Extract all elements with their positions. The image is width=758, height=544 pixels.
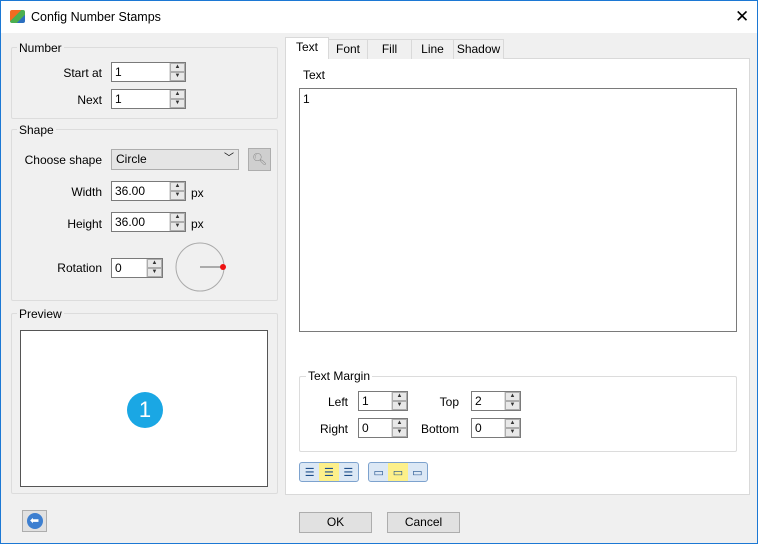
text-input[interactable]: 1 <box>299 88 737 332</box>
tab-label: Font <box>335 42 360 56</box>
app-icon <box>10 10 25 23</box>
align-middle-icon[interactable]: ▭ <box>388 463 408 481</box>
rotation-label: Rotation <box>57 261 102 275</box>
window-title: Config Number Stamps <box>31 10 161 24</box>
preview-stamp-text: 1 <box>138 397 152 422</box>
spin-up-icon[interactable]: ▲ <box>392 419 407 428</box>
tab-font[interactable]: Font <box>328 39 368 59</box>
left-spinner[interactable]: 1 ▲ ▼ <box>358 391 408 411</box>
start-at-spinner[interactable]: 1 ▲ ▼ <box>111 62 186 82</box>
tab-label: Line <box>421 42 444 56</box>
spin-up-icon[interactable]: ▲ <box>170 90 185 99</box>
tab-label: Fill <box>381 42 398 56</box>
horizontal-align-toolbar: ☰ ☰ ☰ <box>299 462 359 482</box>
spin-up-icon[interactable]: ▲ <box>392 392 407 401</box>
tab-label: Shadow <box>456 42 501 56</box>
close-icon[interactable]: ✕ <box>735 7 749 27</box>
top-spinner[interactable]: 2 ▲ ▼ <box>471 391 521 411</box>
shape-legend: Shape <box>17 123 56 137</box>
spin-down-icon[interactable]: ▼ <box>505 428 520 437</box>
align-left-icon[interactable]: ☰ <box>300 463 319 481</box>
tab-line[interactable]: Line <box>411 39 454 59</box>
left-label: Left <box>327 395 348 409</box>
back-button[interactable]: ⬅ <box>22 510 47 532</box>
next-label: Next <box>77 93 102 107</box>
back-arrow-icon: ⬅ <box>26 513 43 529</box>
title-bar: Config Number Stamps ✕ <box>1 1 757 33</box>
top-label: Top <box>439 395 459 409</box>
height-label: Height <box>67 217 102 231</box>
ok-button[interactable]: OK <box>299 512 372 533</box>
tab-fill[interactable]: Fill <box>367 39 412 59</box>
preview-stamp: 1 <box>127 392 163 428</box>
tab-text[interactable]: Text <box>285 37 329 59</box>
spin-down-icon[interactable]: ▼ <box>170 99 185 108</box>
text-input-value: 1 <box>303 92 310 106</box>
rotation-spinner[interactable]: 0 ▲ ▼ <box>111 258 163 278</box>
search-icon: 🔍︎ <box>251 152 268 166</box>
spin-down-icon[interactable]: ▼ <box>170 222 185 231</box>
tab-label: Text <box>295 40 318 54</box>
height-spinner[interactable]: 36.00 ▲ ▼ <box>111 212 186 232</box>
start-at-value[interactable]: 1 <box>112 63 169 81</box>
spin-up-icon[interactable]: ▲ <box>170 63 185 72</box>
align-center-icon[interactable]: ☰ <box>319 463 339 481</box>
spin-up-icon[interactable]: ▲ <box>147 259 162 268</box>
right-value[interactable]: 0 <box>359 419 391 437</box>
next-value[interactable]: 1 <box>112 90 169 108</box>
top-value[interactable]: 2 <box>472 392 504 410</box>
spin-up-icon[interactable]: ▲ <box>505 419 520 428</box>
spin-down-icon[interactable]: ▼ <box>147 268 162 277</box>
tab-shadow[interactable]: Shadow <box>453 39 504 59</box>
preview-legend: Preview <box>17 307 64 321</box>
align-top-icon[interactable]: ▭ <box>369 463 388 481</box>
bottom-label: Bottom <box>420 422 459 436</box>
chevron-down-icon: ﹀ <box>224 153 234 164</box>
width-spinner[interactable]: 36.00 ▲ ▼ <box>111 181 186 201</box>
vertical-align-toolbar: ▭ ▭ ▭ <box>368 462 428 482</box>
spin-down-icon[interactable]: ▼ <box>170 72 185 81</box>
next-spinner[interactable]: 1 ▲ ▼ <box>111 89 186 109</box>
cancel-button[interactable]: Cancel <box>387 512 460 533</box>
width-unit: px <box>191 186 204 200</box>
align-right-icon[interactable]: ☰ <box>339 463 358 481</box>
choose-shape-label: Choose shape <box>24 153 102 167</box>
shape-select-value: Circle <box>116 152 147 166</box>
search-shape-button[interactable]: 🔍︎ <box>248 148 271 171</box>
height-value[interactable]: 36.00 <box>112 213 169 231</box>
spin-up-icon[interactable]: ▲ <box>170 213 185 222</box>
text-margin-legend: Text Margin <box>306 369 373 383</box>
rotation-dial[interactable] <box>174 241 228 295</box>
number-legend: Number <box>17 41 64 55</box>
left-value[interactable]: 1 <box>359 392 391 410</box>
spin-down-icon[interactable]: ▼ <box>505 401 520 410</box>
spin-down-icon[interactable]: ▼ <box>170 191 185 200</box>
shape-select[interactable]: Circle ﹀ <box>111 149 239 170</box>
bottom-spinner[interactable]: 0 ▲ ▼ <box>471 418 521 438</box>
right-label: Right <box>319 422 348 436</box>
width-label: Width <box>71 185 102 199</box>
align-bottom-icon[interactable]: ▭ <box>408 463 427 481</box>
bottom-value[interactable]: 0 <box>472 419 504 437</box>
spin-down-icon[interactable]: ▼ <box>392 428 407 437</box>
right-spinner[interactable]: 0 ▲ ▼ <box>358 418 408 438</box>
rotation-handle <box>220 264 226 270</box>
text-margin-group <box>299 376 737 452</box>
spin-up-icon[interactable]: ▲ <box>170 182 185 191</box>
spin-down-icon[interactable]: ▼ <box>392 401 407 410</box>
rotation-value[interactable]: 0 <box>112 259 146 277</box>
text-label: Text <box>303 68 326 82</box>
spin-up-icon[interactable]: ▲ <box>505 392 520 401</box>
width-value[interactable]: 36.00 <box>112 182 169 200</box>
height-unit: px <box>191 217 204 231</box>
start-at-label: Start at <box>63 66 102 80</box>
